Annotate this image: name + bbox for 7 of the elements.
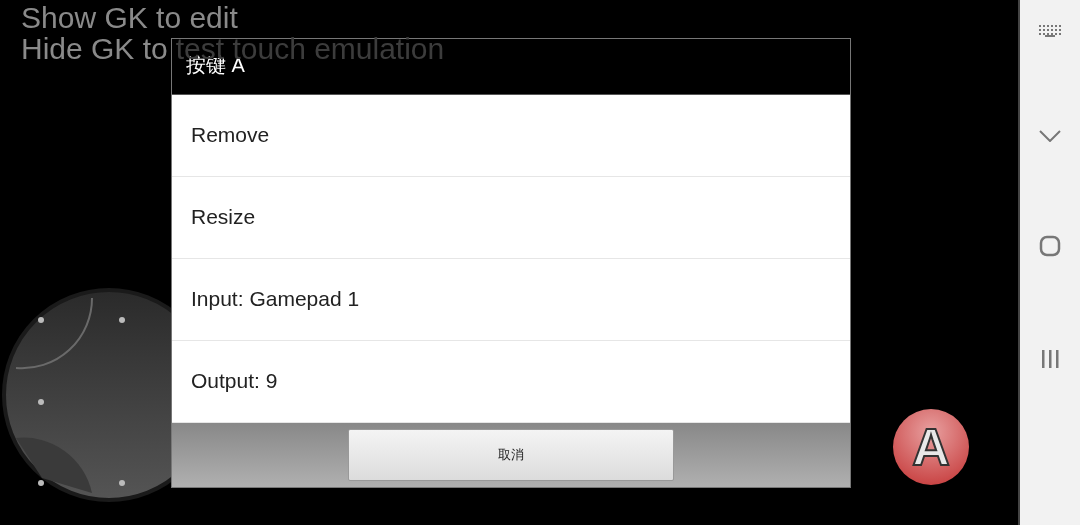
chevron-down-icon[interactable] [1039,130,1061,143]
cancel-button[interactable]: 取消 [348,428,674,481]
home-icon[interactable] [1039,234,1061,257]
hint-text: Hide GK to [21,33,168,64]
keyboard-icon[interactable] [1038,24,1062,38]
recent-apps-icon[interactable] [1040,348,1060,369]
hint-text: Show GK to edit [21,2,238,33]
